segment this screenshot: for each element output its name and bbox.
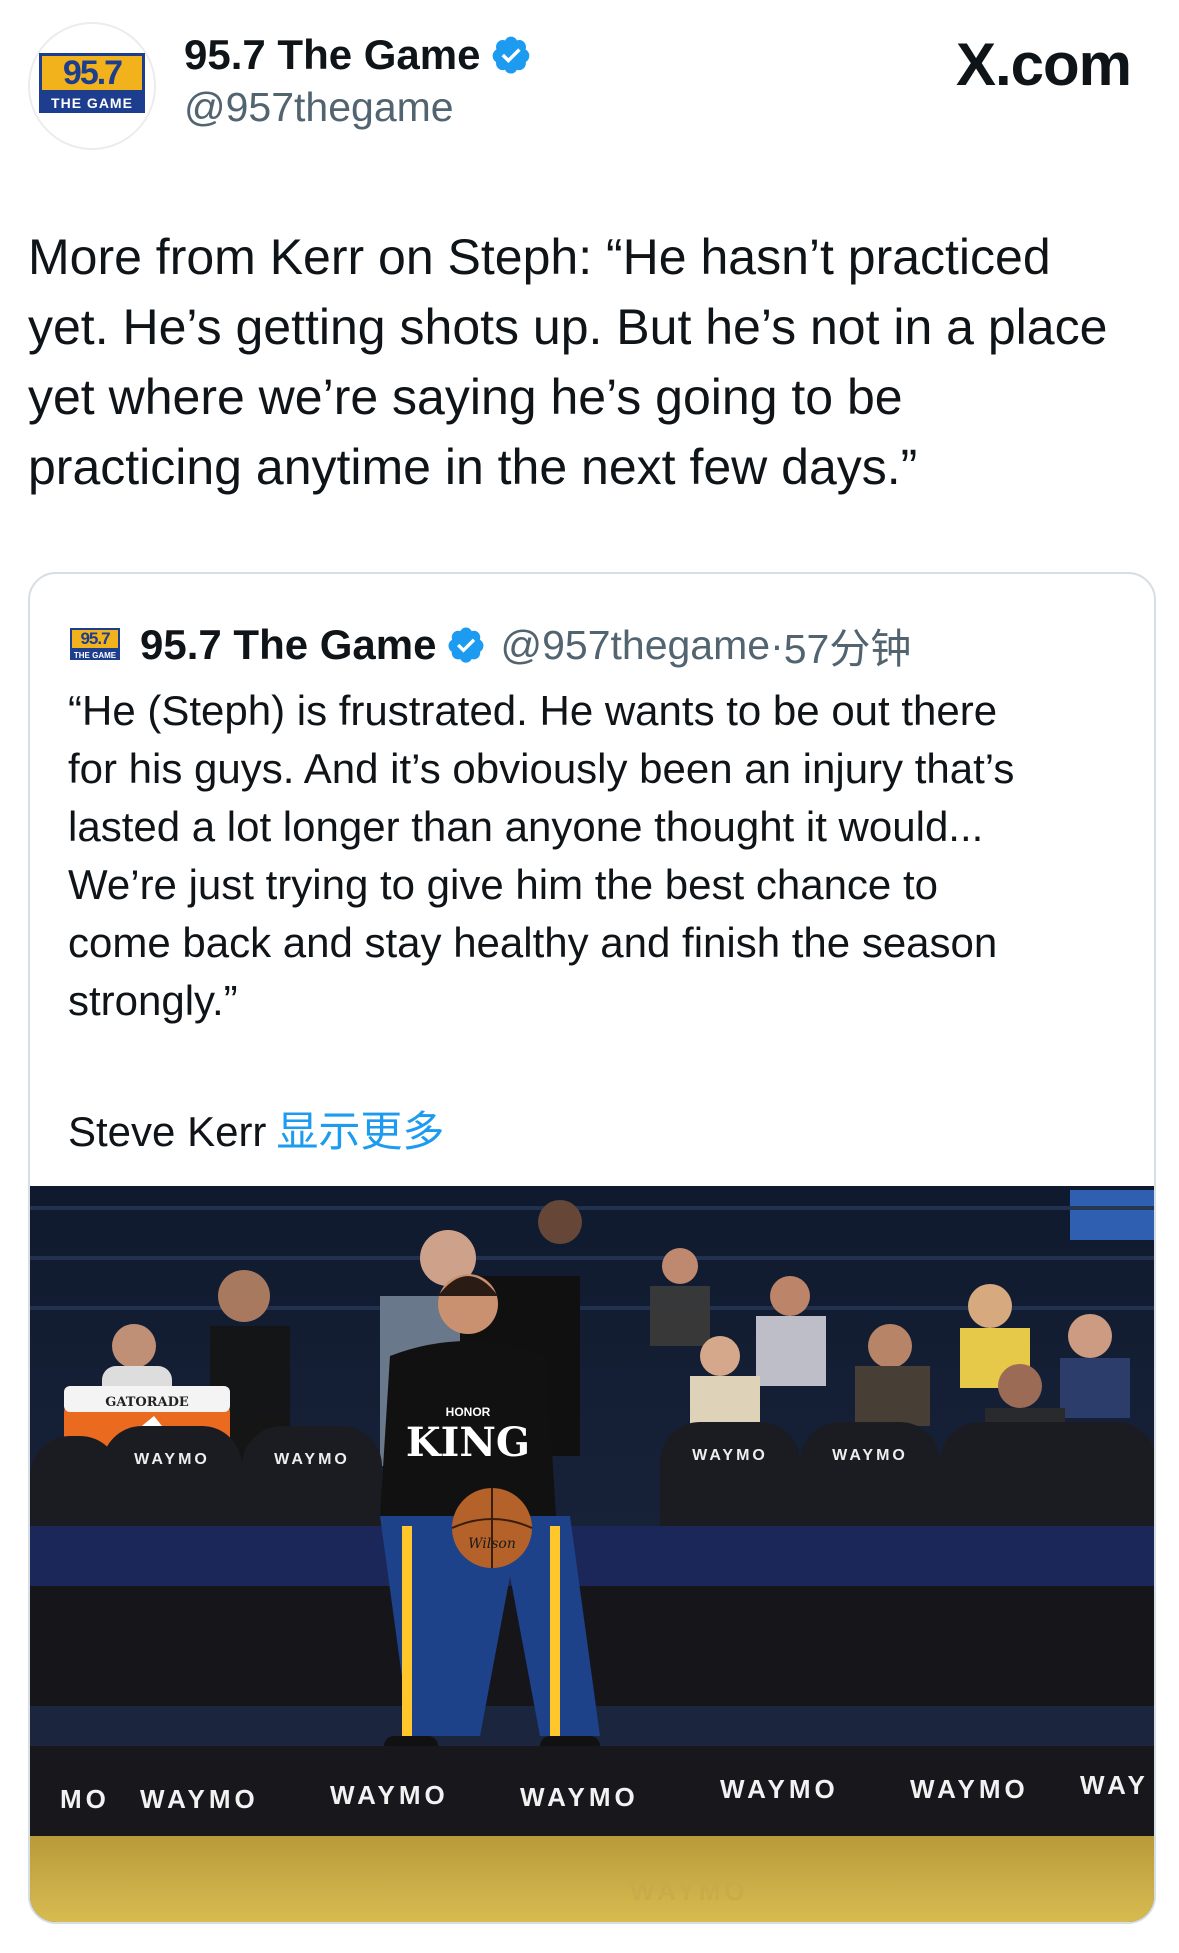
station-logo: 95.7 THE GAME [35, 53, 149, 119]
attribution-name: Steve Kerr [68, 1108, 267, 1155]
quoted-tweet-header: 95.7 THE GAME 95.7 The Game @957thegame … [70, 618, 911, 672]
avatar[interactable]: 95.7 THE GAME [28, 22, 156, 150]
display-name[interactable]: 95.7 The Game [184, 31, 480, 79]
quoted-separator: · [770, 621, 784, 668]
svg-text:WAY: WAY [1080, 1770, 1149, 1800]
show-more-link[interactable]: 显示更多 [276, 1108, 444, 1155]
floor-reflection: WAYMO [630, 1876, 749, 1906]
author-name-row: 95.7 The Game [184, 30, 532, 80]
ball-brand: Wilson [468, 1536, 516, 1552]
chair-sponsor: WAYMO [692, 1447, 768, 1464]
x-com-logo: X.com [955, 31, 1132, 98]
tweet-text: More from Kerr on Steph: “He hasn’t prac… [28, 229, 1108, 495]
shirt-text-king: KING [406, 1419, 530, 1466]
chair-sponsor: WAYMO [274, 1451, 350, 1468]
logo-number: 95.7 [39, 53, 145, 93]
scorer-table: MO WAYMO WAYMO WAYMO WAYMO WAYMO WAY [30, 1746, 1154, 1836]
quoted-avatar[interactable]: 95.7 THE GAME [70, 628, 120, 662]
cooler-label: GATORADE [105, 1395, 189, 1410]
quoted-tweet-text: “He (Steph) is frustrated. He wants to b… [68, 687, 1015, 1024]
logo-subtitle: THE GAME [39, 93, 145, 113]
table-sponsor: WAYMO [520, 1782, 639, 1812]
svg-text:MO: MO [60, 1784, 110, 1814]
table-sponsor: WAYMO [330, 1780, 449, 1810]
verified-badge-icon [448, 627, 484, 663]
quoted-handle[interactable]: @957thegame [500, 622, 770, 669]
quoted-logo-subtitle: THE GAME [70, 650, 120, 660]
table-sponsor: WAYMO [140, 1784, 259, 1814]
shirt-text-honor: HONOR [446, 1405, 491, 1419]
quoted-logo-number: 95.7 [70, 628, 120, 650]
table-sponsor: WAYMO [720, 1774, 839, 1804]
chair-sponsor: WAYMO [134, 1451, 210, 1468]
quoted-tweet-card[interactable]: 95.7 THE GAME 95.7 The Game @957thegame … [28, 572, 1156, 1924]
tweet-header: 95.7 THE GAME 95.7 The Game @957thegame … [0, 0, 1179, 190]
author-handle[interactable]: @957thegame [184, 84, 454, 131]
quoted-display-name[interactable]: 95.7 The Game [140, 621, 436, 669]
quoted-timestamp[interactable]: 57分钟 [784, 615, 912, 675]
quoted-attribution: Steve Kerr 显示更多 [68, 1098, 444, 1159]
chair-sponsor: WAYMO [832, 1447, 908, 1464]
tweet-photo[interactable]: GATORADE WAYMO WAYMO WAYMO WAYMO HONOR K… [30, 1186, 1156, 1924]
verified-badge-icon [493, 36, 530, 74]
table-sponsor: WAYMO [910, 1774, 1029, 1804]
